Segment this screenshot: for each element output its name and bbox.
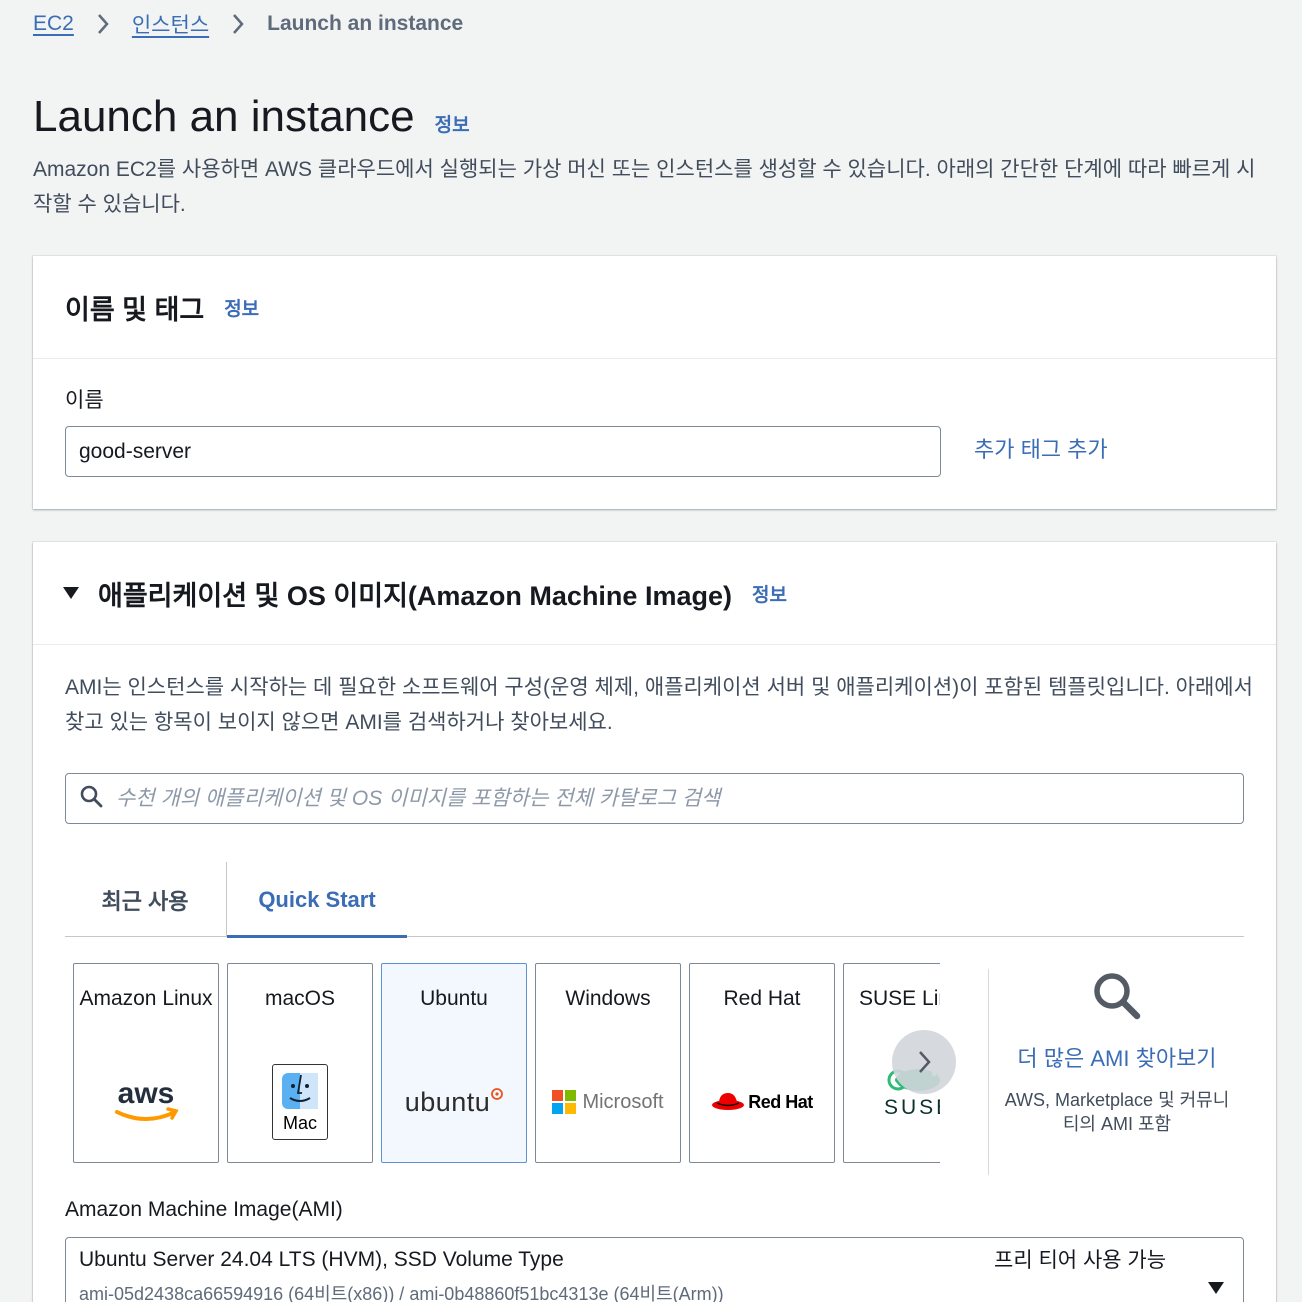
ami-panel-title: 애플리케이션 및 OS 이미지(Amazon Machine Image) [98, 580, 732, 611]
page-info-link[interactable]: 정보 [435, 110, 470, 137]
name-panel-header: 이름 및 태그 정보 [33, 256, 1276, 359]
os-card-red-hat[interactable]: Red Hat Red Hat [689, 963, 835, 1163]
name-panel-info-link[interactable]: 정보 [224, 294, 259, 321]
browse-divider [988, 969, 989, 1175]
search-icon [79, 784, 103, 813]
os-card-label: Ubuntu [420, 987, 488, 1010]
chevron-right-icon [92, 13, 114, 35]
page-title: Launch an instance 정보 [33, 92, 470, 142]
name-field-label: 이름 [65, 389, 104, 412]
os-card-ubuntu[interactable]: Ubuntu ubuntu [381, 963, 527, 1163]
aws-logo-text: aws [118, 1077, 175, 1110]
free-tier-badge: 프리 티어 사용 가능 [994, 1249, 1167, 1272]
os-card-macos[interactable]: macOS Mac [227, 963, 373, 1163]
tab-quick-start[interactable]: Quick Start [226, 862, 407, 938]
mac-finder-logo-icon: Mac [228, 1064, 372, 1140]
ubuntu-logo-text: ubuntu [404, 1086, 491, 1117]
breadcrumb-current: Launch an instance [267, 12, 464, 35]
add-tags-link[interactable]: 추가 태그 추가 [974, 432, 1108, 464]
ami-search-input[interactable] [116, 786, 1243, 811]
caret-down-icon[interactable] [1208, 1282, 1224, 1294]
next-os-button[interactable] [892, 1030, 956, 1094]
os-card-label: macOS [264, 987, 335, 1010]
caret-down-icon[interactable] [63, 587, 79, 599]
ami-select-label: Amazon Machine Image(AMI) [65, 1198, 343, 1221]
name-input[interactable] [65, 426, 941, 477]
mac-logo-label: Mac [282, 1113, 317, 1133]
os-card-amazon-linux[interactable]: Amazon Linux aws [73, 963, 219, 1163]
ami-panel-info-link[interactable]: 정보 [752, 580, 787, 607]
os-card-windows[interactable]: Windows Microsoft [535, 963, 681, 1163]
page-title-text: Launch an instance [33, 92, 415, 141]
os-card-label: Red Hat [723, 987, 801, 1010]
breadcrumb-instances-link[interactable]: 인스턴스 [132, 9, 209, 39]
os-card-label: SUSE Linux [859, 987, 940, 1010]
ami-search-box[interactable] [65, 773, 1244, 824]
chevron-right-icon [919, 1051, 931, 1073]
tab-recent[interactable]: 최근 사용 [65, 862, 225, 937]
redhat-logo-text: Red Hat [748, 1091, 813, 1112]
page-description: Amazon EC2를 사용하면 AWS 클라우드에서 실행되는 가상 머신 또… [33, 158, 1256, 216]
suse-logo-text: SUSE [884, 1096, 940, 1119]
os-card-label: Amazon Linux [79, 987, 213, 1010]
breadcrumb-ec2-link[interactable]: EC2 [33, 12, 74, 36]
ami-selected-name: Ubuntu Server 24.04 LTS (HVM), SSD Volum… [79, 1248, 564, 1271]
browse-more-subtext: AWS, Marketplace 및 커뮤니티의 AMI 포함 [1004, 1090, 1230, 1134]
ami-panel: 애플리케이션 및 OS 이미지(Amazon Machine Image) 정보… [33, 542, 1276, 1302]
ami-select[interactable]: Ubuntu Server 24.04 LTS (HVM), SSD Volum… [65, 1237, 1244, 1302]
browse-more-amis-link[interactable]: 더 많은 AMI 찾아보기 [1003, 1041, 1231, 1076]
ami-tabs: 최근 사용 Quick Start [65, 862, 1244, 938]
ami-selected-ids: ami-05d2438ca66594916 (64비트(x86)) / ami-… [79, 1284, 724, 1302]
search-icon [1091, 970, 1143, 1027]
breadcrumb: EC2 인스턴스 Launch an instance [33, 8, 463, 40]
aws-logo-icon: aws [74, 1064, 218, 1140]
os-card-strip: Amazon Linux aws macOS Mac Ubuntu ubuntu… [73, 963, 940, 1163]
ami-panel-header[interactable]: 애플리케이션 및 OS 이미지(Amazon Machine Image) 정보 [33, 542, 1276, 645]
os-card-label: Windows [565, 987, 651, 1010]
microsoft-logo-text: Microsoft [582, 1090, 664, 1113]
redhat-logo-icon: Red Hat [690, 1064, 834, 1140]
ami-description: AMI는 인스턴스를 시작하는 데 필요한 소프트웨어 구성(운영 체제, 애플… [65, 676, 1253, 734]
microsoft-logo-icon: Microsoft [536, 1064, 680, 1140]
name-and-tags-panel: 이름 및 태그 정보 이름 추가 태그 추가 [33, 256, 1276, 509]
chevron-right-icon [227, 13, 249, 35]
ubuntu-logo-icon: ubuntu [382, 1064, 526, 1140]
name-panel-title: 이름 및 태그 [65, 294, 205, 325]
browse-more-amis: 더 많은 AMI 찾아보기 AWS, Marketplace 및 커뮤니티의 A… [1003, 970, 1231, 1136]
